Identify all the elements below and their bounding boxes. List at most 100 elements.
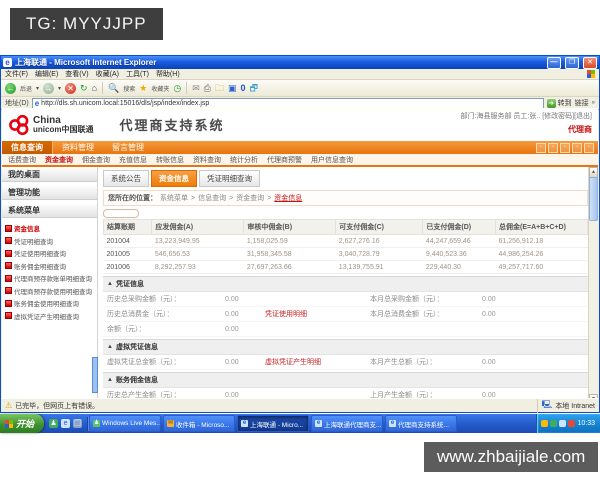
field-value: 0.00 — [482, 310, 496, 318]
tree-item[interactable]: 代理商预存款使用明细查询 — [5, 286, 97, 296]
back-icon[interactable]: ← — [5, 82, 16, 94]
tg-overlay-badge: TG: MYYJJPP — [10, 8, 163, 40]
submenu-item[interactable]: 统计分析 — [230, 155, 258, 165]
tray-icon[interactable] — [550, 420, 558, 427]
titlebar[interactable]: e 上海联通 - Microsoft Internet Explorer — ❐… — [1, 56, 599, 69]
page-error-icon[interactable]: ⚠ — [5, 401, 12, 410]
back-dropdown-icon[interactable]: ▾ — [36, 85, 39, 92]
nav-tool-icon[interactable]: ▫ — [560, 142, 570, 153]
tree-item-label: 代理商预存款账单明细查询 — [14, 276, 92, 283]
tray-icon[interactable] — [568, 420, 576, 427]
breadcrumb-sep: > — [267, 194, 272, 202]
tree-item[interactable]: 账务佣金明细查询 — [5, 261, 97, 271]
logo-line2: unicom中国联通 — [33, 124, 94, 134]
stop-icon[interactable]: ✕ — [65, 82, 77, 94]
sidebar-section-system-menu[interactable]: 系统菜单 — [2, 203, 97, 218]
submenu-item[interactable]: 佣金查询 — [82, 155, 110, 165]
breadcrumb-item-current[interactable]: 资金信息 — [274, 193, 302, 203]
submenu-item[interactable]: 充值信息 — [119, 155, 147, 165]
messenger-icon[interactable]: ▣ — [228, 83, 237, 94]
print-icon[interactable]: ⎙ — [204, 83, 211, 94]
address-input[interactable]: e http://dls.sh.unicom.local:15016/dls/j… — [31, 97, 544, 109]
tray-icon[interactable] — [559, 420, 567, 427]
forward-dropdown-icon[interactable]: ▾ — [58, 85, 61, 92]
task-shanghai-unicom-active[interactable]: e 上海联通 - Micro... — [237, 415, 310, 432]
detail-link[interactable]: 凭证使用明细 — [265, 309, 370, 319]
breadcrumb-label: 您所在的位置： — [108, 195, 157, 202]
tree-item[interactable]: 凭证使用明细查询 — [5, 248, 97, 258]
mail-icon[interactable]: ✉ — [192, 83, 200, 94]
nav-tool-icon[interactable]: ▫ — [548, 142, 558, 153]
section-header-virtual-voucher[interactable]: ▲ 虚拟凭证信息 — [103, 339, 588, 355]
change-password-link[interactable]: [修改密码] — [542, 113, 574, 120]
fetion-icon[interactable]: 0 — [241, 83, 246, 94]
quicklaunch-messenger-icon[interactable]: ♟ — [49, 419, 59, 428]
tree-node-icon — [5, 274, 12, 282]
search-icon[interactable]: 🔍 — [108, 83, 119, 94]
submenu-item[interactable]: 资料查询 — [193, 155, 221, 165]
section-header-account-commission[interactable]: ▲ 账务佣金信息 — [103, 372, 588, 388]
start-button[interactable]: 开始 — [0, 414, 45, 433]
go-button[interactable]: ➜ 转到 — [546, 98, 572, 108]
nav-tool-icon[interactable]: ▫ — [584, 142, 594, 153]
nav-tab-data-mgmt[interactable]: 资料管理 — [53, 141, 103, 154]
links-chevron-icon[interactable]: » — [592, 100, 595, 106]
tab-voucher-detail[interactable]: 凭证明细查询 — [199, 170, 260, 187]
detail-link[interactable]: 虚拟凭证产生明细 — [265, 357, 370, 367]
favorites-label: 收藏夹 — [151, 86, 170, 93]
tree-item[interactable]: 账务佣金使用明细查询 — [5, 298, 97, 308]
task-agent-system[interactable]: e 代理商支持系统... — [385, 415, 458, 432]
menu-tools[interactable]: 工具(T) — [126, 69, 149, 79]
discuss-icon[interactable]: 🗗 — [250, 83, 258, 94]
task-inbox[interactable]: ✉ 收件箱 - Microso... — [163, 415, 236, 432]
home-icon[interactable]: ⌂ — [92, 83, 97, 94]
forward-icon[interactable]: → — [43, 82, 55, 94]
nav-tab-message-mgmt[interactable]: 留言管理 — [103, 141, 153, 154]
tree-item[interactable]: 代理商预存款账单明细查询 — [5, 273, 97, 283]
tree-item-fund-info[interactable]: 资金信息 — [5, 223, 97, 233]
tab-fund-info[interactable]: 资金信息 — [151, 170, 197, 187]
submenu-item[interactable]: 用户信息查询 — [311, 155, 353, 165]
nav-tab-info-query[interactable]: 信息查询 — [2, 141, 53, 154]
watermark: www.zhbaijiale.com — [424, 442, 599, 472]
vertical-scrollbar[interactable]: ▲ ▼ — [588, 167, 598, 399]
scrollbar-thumb[interactable] — [589, 177, 598, 221]
logout-link[interactable]: [退出] — [574, 113, 592, 120]
links-label[interactable]: 链接 — [575, 98, 589, 108]
query-toggle-button[interactable] — [103, 209, 139, 218]
maximize-button[interactable]: ❐ — [565, 56, 579, 69]
submenu-item-active[interactable]: 资金查询 — [45, 155, 73, 165]
menu-edit[interactable]: 编辑(E) — [35, 69, 58, 79]
submenu-item[interactable]: 话费查询 — [8, 155, 36, 165]
tab-system-notice[interactable]: 系统公告 — [103, 170, 149, 187]
submenu-item[interactable]: 代理商预警 — [267, 155, 302, 165]
task-agent-portal[interactable]: e 上海联通代理商支... — [311, 415, 384, 432]
quicklaunch-desktop-icon[interactable]: 🗔 — [73, 419, 83, 428]
favorites-icon[interactable]: ★ — [139, 83, 147, 94]
tree-item[interactable]: 凭证明细查询 — [5, 236, 97, 246]
menu-help[interactable]: 帮助(H) — [156, 69, 180, 79]
nav-tool-icon[interactable]: ▫ — [536, 142, 546, 153]
refresh-icon[interactable]: ↻ — [80, 83, 88, 94]
cell-value: 9,440,523.36 — [422, 247, 496, 261]
breadcrumb-item[interactable]: 系统菜单 — [160, 193, 188, 203]
submenu-item[interactable]: 转账信息 — [156, 155, 184, 165]
tray-icon[interactable] — [541, 420, 549, 427]
history-icon[interactable]: ◷ — [173, 83, 181, 94]
close-button[interactable]: ✕ — [583, 56, 597, 69]
sidebar-section-mgmt[interactable]: 管理功能 — [2, 185, 97, 200]
breadcrumb-item[interactable]: 资金查询 — [236, 193, 264, 203]
tree-node-icon — [5, 287, 12, 294]
tree-item[interactable]: 虚拟凭证产生明细查询 — [5, 311, 97, 321]
task-windows-live[interactable]: ♟ Windows Live Mes... — [89, 415, 162, 432]
breadcrumb-item[interactable]: 信息查询 — [198, 193, 226, 203]
nav-tool-icon[interactable]: ▫ — [572, 142, 582, 153]
minimize-button[interactable]: — — [547, 56, 561, 69]
menu-favorites[interactable]: 收藏(A) — [96, 69, 119, 79]
menu-file[interactable]: 文件(F) — [5, 69, 28, 79]
sidebar-section-my-desktop[interactable]: 我的桌面 — [2, 167, 97, 182]
menu-view[interactable]: 查看(V) — [65, 69, 88, 79]
folder-icon[interactable]: 🗀 — [215, 83, 224, 94]
quicklaunch-ie-icon[interactable]: e — [61, 419, 71, 428]
section-header-voucher[interactable]: ▲ 凭证信息 — [103, 276, 588, 292]
